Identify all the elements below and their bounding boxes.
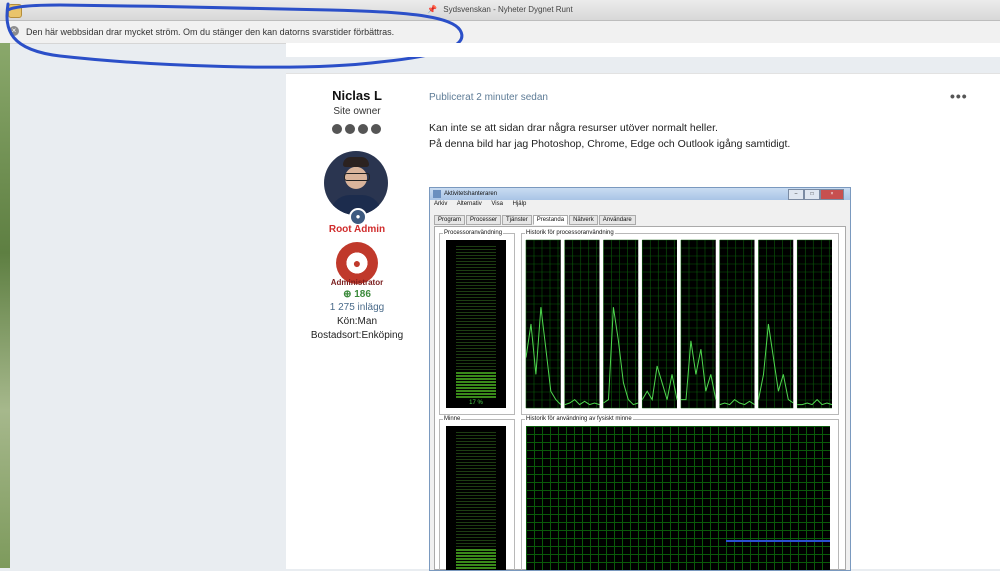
taskmanager-tabs: Program Processer Tjänster Prestanda Nätverk… bbox=[434, 215, 637, 225]
tm-tab: Nätverk bbox=[569, 215, 598, 225]
memory-label: Minne bbox=[443, 416, 462, 422]
paw-pip-icon bbox=[371, 124, 381, 134]
tm-tab: Tjänster bbox=[502, 215, 532, 225]
background-image bbox=[0, 43, 10, 568]
previous-post-bottom bbox=[286, 43, 1000, 57]
taskmanager-menu: Arkiv Alternativ Visa Hjälp bbox=[434, 201, 534, 207]
ellipsis-icon[interactable]: ••• bbox=[950, 88, 968, 104]
avatar-glasses bbox=[344, 173, 370, 181]
paw-pip-icon bbox=[332, 124, 342, 134]
memory-history-label: Historik för användning av fysiskt minne bbox=[525, 416, 633, 422]
tm-tab-active: Prestanda bbox=[532, 215, 569, 225]
core-graph-bg bbox=[564, 240, 600, 408]
post-body-line: På denna bild har jag Photoshop, Chrome,… bbox=[429, 138, 791, 150]
author-name[interactable]: Niclas L bbox=[286, 88, 428, 103]
cpu-usage-label: Processoranvändning bbox=[443, 230, 504, 236]
paw-icon: ● bbox=[352, 255, 362, 271]
core-graph-bg bbox=[719, 240, 755, 408]
memory-meter-empty bbox=[456, 432, 496, 549]
reputation-value: 186 bbox=[354, 289, 371, 300]
performance-panel: Processoranvändning 17 % Historik för pr… bbox=[434, 226, 846, 570]
plus-icon: ⊕ bbox=[343, 289, 355, 300]
memory-group: Minne bbox=[439, 416, 515, 570]
cpu-value: 17 % bbox=[469, 400, 483, 406]
menu-item: Arkiv bbox=[434, 201, 448, 207]
paw-pip-icon bbox=[358, 124, 368, 134]
author-group: Root Admin bbox=[328, 224, 386, 235]
badge-label: Administrator bbox=[330, 278, 384, 287]
window-title-text: Sydsvenskan - Nyheter Dygnet Runt bbox=[443, 5, 573, 14]
rank-pips bbox=[331, 121, 385, 134]
post-image[interactable]: Aktivitetshanteraren – □ × Arkiv Alterna… bbox=[429, 187, 851, 571]
menu-item: Visa bbox=[491, 201, 503, 207]
warning-message: Den här webbsidan drar mycket ström. Om … bbox=[26, 27, 395, 37]
author-title: Site owner bbox=[333, 106, 381, 117]
reputation: ⊕ 186 bbox=[286, 289, 428, 300]
tm-tab: Användare bbox=[598, 215, 636, 225]
cpu-usage-group: Processoranvändning 17 % bbox=[439, 230, 515, 415]
memory-history-line bbox=[726, 540, 830, 542]
memory-meter bbox=[446, 426, 506, 570]
taskmanager-title: Aktivitetshanteraren bbox=[444, 191, 498, 197]
pin-icon: 📌 bbox=[427, 5, 438, 14]
close-icon: × bbox=[820, 189, 844, 200]
author-location: Bostadsort:Enköping bbox=[310, 330, 404, 341]
cpu-history-graphs bbox=[525, 239, 833, 409]
core-graph-bg bbox=[797, 240, 832, 408]
cpu-meter: 17 % bbox=[446, 240, 506, 408]
minimize-icon: – bbox=[788, 189, 804, 200]
core-graph-bg bbox=[681, 240, 716, 408]
menu-item: Hjälp bbox=[512, 201, 527, 207]
taskmanager-icon bbox=[433, 190, 441, 198]
memory-meter-fill bbox=[456, 549, 496, 570]
close-icon[interactable]: × bbox=[9, 26, 19, 36]
post-timestamp[interactable]: Publicerat 2 minuter sedan bbox=[429, 92, 548, 103]
menu-item: Alternativ bbox=[456, 201, 482, 207]
memory-history-graph bbox=[526, 426, 830, 570]
avatar-hair bbox=[343, 157, 369, 167]
energy-warning-bar: × Den här webbsidan drar mycket ström. O… bbox=[0, 21, 1000, 44]
tm-tab: Program bbox=[434, 215, 466, 225]
taskmanager-titlebar: Aktivitetshanteraren – □ × bbox=[430, 188, 850, 200]
memory-history-group: Historik för användning av fysiskt minne bbox=[521, 416, 839, 570]
post-body-line: Kan inte se att sidan drar några resurse… bbox=[429, 122, 718, 134]
author-gender: Kön:Man bbox=[336, 316, 378, 327]
core-graph-bg bbox=[758, 240, 794, 408]
window-titlebar: 📌 Sydsvenskan - Nyheter Dygnet Runt bbox=[0, 0, 1000, 21]
tm-tab: Processer bbox=[466, 215, 502, 225]
window-title: 📌 Sydsvenskan - Nyheter Dygnet Runt bbox=[0, 5, 1000, 14]
core-graph-bg bbox=[642, 240, 677, 408]
avatar[interactable] bbox=[324, 151, 388, 215]
core-graph-bg bbox=[603, 240, 639, 408]
post-count[interactable]: 1 275 inlägg bbox=[286, 302, 428, 313]
forum-post: Niclas L Site owner ● Root Admin ● Admin… bbox=[286, 73, 1000, 571]
cpu-meter-fill bbox=[456, 372, 496, 398]
cpu-meter-empty bbox=[456, 246, 496, 372]
maximize-icon: □ bbox=[804, 189, 820, 200]
cpu-history-group: Historik för processoranvändning bbox=[521, 230, 839, 415]
paw-pip-icon bbox=[345, 124, 355, 134]
